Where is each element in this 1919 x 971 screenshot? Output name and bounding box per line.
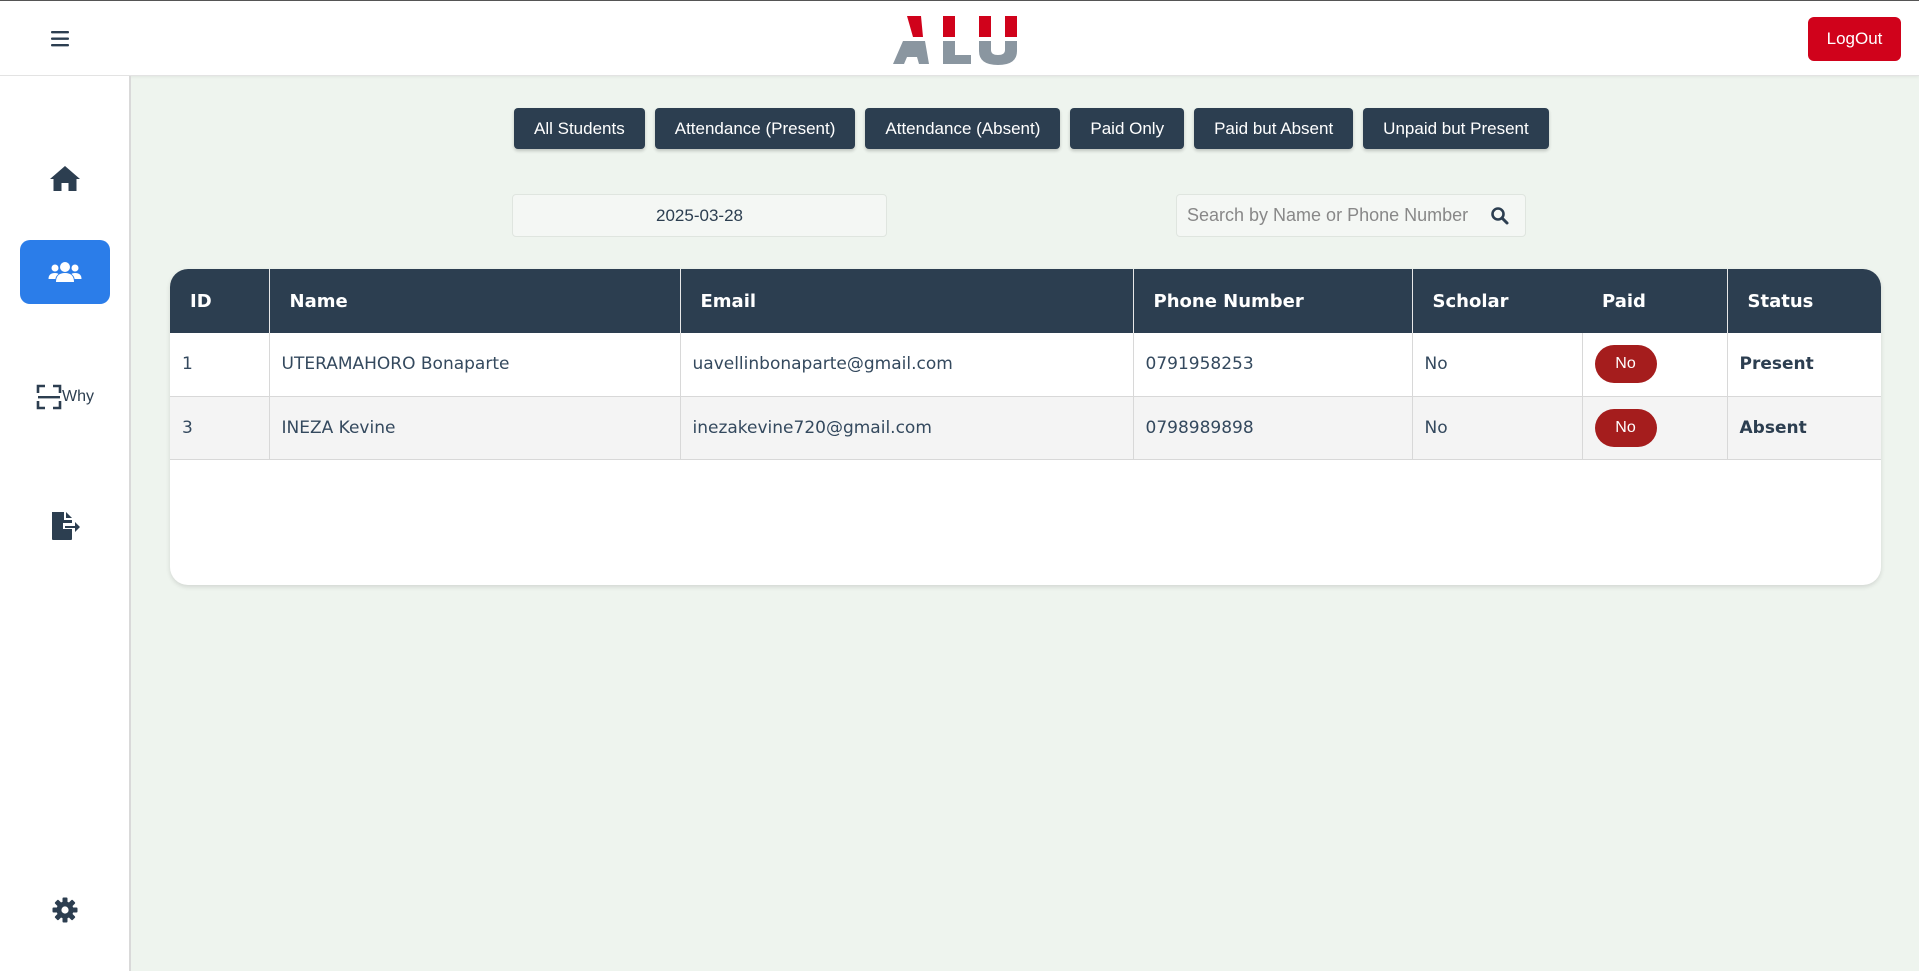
cell-name: INEZA Kevine (269, 396, 681, 459)
filter-paid-but-absent-button[interactable]: Paid but Absent (1194, 108, 1354, 149)
sidebar-item-scan[interactable]: Why (20, 365, 110, 429)
paid-status-badge[interactable]: No (1594, 408, 1657, 447)
file-export-icon (50, 511, 80, 541)
paid-status-badge[interactable]: No (1594, 345, 1657, 384)
column-header-scholar[interactable]: Scholar (1412, 269, 1582, 333)
cell-id: 1 (170, 333, 270, 396)
cell-status: Absent (1739, 417, 1807, 438)
top-bar: LogOut (0, 0, 1919, 76)
column-header-id[interactable]: ID (170, 269, 270, 333)
students-table-card: ID Name Email Phone Number Scholar Paid … (170, 269, 1881, 585)
column-header-phone-number[interactable]: Phone Number (1133, 269, 1413, 333)
cell-scholar: No (1412, 333, 1583, 396)
table-header-row: ID Name Email Phone Number Scholar Paid … (170, 269, 1881, 333)
cell-status: Present (1739, 354, 1814, 375)
gear-icon (52, 897, 78, 923)
filter-attendance-absent-button[interactable]: Attendance (Absent) (865, 108, 1061, 149)
cell-scholar: No (1412, 396, 1583, 459)
scan-icon (36, 384, 62, 410)
users-icon (48, 260, 82, 284)
sidebar: Why (0, 76, 131, 971)
hamburger-menu-icon[interactable] (46, 29, 74, 49)
column-header-name[interactable]: Name (269, 269, 681, 333)
home-icon (49, 164, 81, 192)
students-table: ID Name Email Phone Number Scholar Paid … (170, 269, 1881, 460)
alu-logo (893, 14, 1019, 66)
filter-unpaid-but-present-button[interactable]: Unpaid but Present (1363, 108, 1549, 149)
cell-name: UTERAMAHORO Bonaparte (269, 333, 681, 396)
cell-phone: 0791958253 (1133, 333, 1413, 396)
column-header-email[interactable]: Email (680, 269, 1134, 333)
search-box (1176, 194, 1526, 237)
sidebar-item-settings[interactable] (20, 878, 110, 942)
filter-attendance-present-button[interactable]: Attendance (Present) (654, 108, 856, 149)
search-icon[interactable] (1490, 206, 1510, 226)
search-input[interactable] (1177, 195, 1482, 236)
cell-paid: No (1582, 333, 1728, 396)
cell-id: 3 (170, 396, 270, 459)
cell-paid: No (1582, 396, 1728, 459)
logout-button[interactable]: LogOut (1808, 17, 1901, 61)
table-row[interactable]: 3 INEZA Kevine inezakevine720@gmail.com … (170, 396, 1881, 459)
sidebar-item-export[interactable] (20, 494, 110, 558)
table-row[interactable]: 1 UTERAMAHORO Bonaparte uavellinbonapart… (170, 333, 1881, 396)
cell-phone: 0798989898 (1133, 396, 1413, 459)
column-header-paid[interactable]: Paid (1582, 269, 1728, 333)
cell-email: uavellinbonaparte@gmail.com (680, 333, 1134, 396)
column-header-status[interactable]: Status (1727, 269, 1881, 333)
cell-email: inezakevine720@gmail.com (680, 396, 1134, 459)
filter-all-students-button[interactable]: All Students (514, 108, 645, 149)
sidebar-item-students[interactable] (20, 240, 110, 304)
date-input[interactable] (512, 194, 887, 237)
filter-bar: All Students Attendance (Present) Attend… (514, 108, 1549, 149)
filter-paid-only-button[interactable]: Paid Only (1070, 108, 1185, 149)
sidebar-item-home[interactable] (20, 146, 110, 210)
